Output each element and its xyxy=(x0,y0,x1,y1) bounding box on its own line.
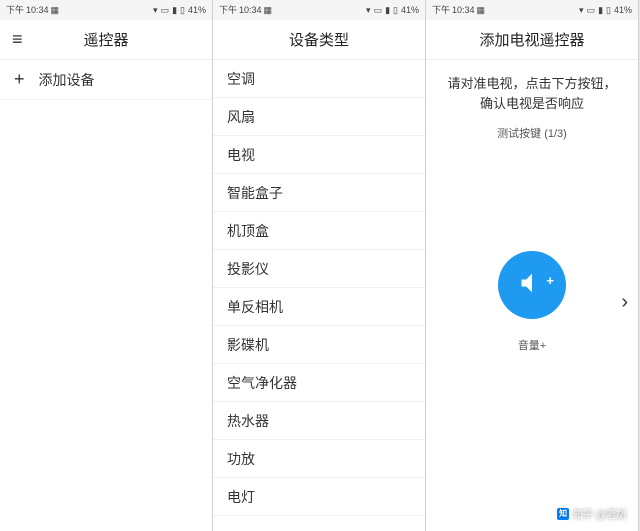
list-item-label: 电视 xyxy=(227,145,255,165)
hd-icon: ▭ xyxy=(587,6,596,15)
wifi-icon: ▾ xyxy=(153,6,158,15)
battery-text: 41% xyxy=(401,6,419,15)
list-item-label: 智能盒子 xyxy=(227,183,283,203)
app-indicator-icon: ▦ xyxy=(477,6,486,15)
list-item-label: 投影仪 xyxy=(227,259,269,279)
device-type-item[interactable]: 智能盒子 xyxy=(213,174,425,212)
speaker-icon xyxy=(518,269,546,302)
time-prefix: 下午 xyxy=(219,6,237,15)
page-title: 遥控器 xyxy=(83,29,128,50)
content-area: + 添加设备 xyxy=(0,60,212,531)
title-bar: 添加电视遥控器 xyxy=(426,20,638,60)
plus-icon: + xyxy=(14,69,25,90)
list-item-label: 空气净化器 xyxy=(227,373,297,393)
app-indicator-icon: ▦ xyxy=(51,6,60,15)
next-button[interactable]: › xyxy=(621,291,628,314)
time-prefix: 下午 xyxy=(6,6,24,15)
device-type-list: 空调 风扇 电视 智能盒子 机顶盒 投影仪 单反相机 影碟机 空气净化器 热水器… xyxy=(213,60,425,531)
list-item-label: 单反相机 xyxy=(227,297,283,317)
wifi-icon: ▾ xyxy=(366,6,371,15)
list-item-label: 电灯 xyxy=(227,487,255,507)
title-bar: ≡ 遥控器 xyxy=(0,20,212,60)
test-button-area: + › 音量+ xyxy=(426,251,638,353)
watermark: 知 知乎 @老胡 xyxy=(557,506,626,521)
time-text: 10:34 xyxy=(26,6,49,15)
signal-icon: ▮ xyxy=(598,6,603,15)
list-item-label: 热水器 xyxy=(227,411,269,431)
signal-icon: ▮ xyxy=(385,6,390,15)
hd-icon: ▭ xyxy=(374,6,383,15)
hd-icon: ▭ xyxy=(161,6,170,15)
device-type-item[interactable]: 风扇 xyxy=(213,98,425,136)
phone-screen-add-tv-remote: 下午 10:34 ▦ ▾ ▭ ▮ ▯ 41% 添加电视遥控器 请对准电视，点击下… xyxy=(426,0,639,531)
battery-text: 41% xyxy=(188,6,206,15)
page-title: 设备类型 xyxy=(289,29,349,50)
plus-icon: + xyxy=(546,273,554,288)
device-type-item[interactable]: 影碟机 xyxy=(213,326,425,364)
battery-icon: ▯ xyxy=(180,6,185,15)
time-prefix: 下午 xyxy=(432,6,450,15)
add-device-row[interactable]: + 添加设备 xyxy=(0,60,212,100)
device-type-item[interactable]: 电灯 xyxy=(213,478,425,516)
device-type-item[interactable]: 机顶盒 xyxy=(213,212,425,250)
status-bar: 下午 10:34 ▦ ▾ ▭ ▮ ▯ 41% xyxy=(213,0,425,20)
add-device-label: 添加设备 xyxy=(39,70,95,90)
device-type-item[interactable]: 投影仪 xyxy=(213,250,425,288)
time-text: 10:34 xyxy=(452,6,475,15)
list-item-label: 影碟机 xyxy=(227,335,269,355)
menu-icon[interactable]: ≡ xyxy=(12,29,23,50)
watermark-text: 知乎 @老胡 xyxy=(573,506,626,521)
device-type-item[interactable]: 功放 xyxy=(213,440,425,478)
device-type-item[interactable]: 空气净化器 xyxy=(213,364,425,402)
button-label: 音量+ xyxy=(518,337,546,353)
battery-icon: ▯ xyxy=(606,6,611,15)
phone-screen-remote-list: 下午 10:34 ▦ ▾ ▭ ▮ ▯ 41% ≡ 遥控器 + 添加设备 xyxy=(0,0,213,531)
zhihu-logo-icon: 知 xyxy=(557,508,569,520)
page-title: 添加电视遥控器 xyxy=(479,29,584,50)
instruction-text: 请对准电视，点击下方按钮，确认电视是否响应 xyxy=(426,60,638,119)
status-bar: 下午 10:34 ▦ ▾ ▭ ▮ ▯ 41% xyxy=(0,0,212,20)
device-type-item[interactable]: 单反相机 xyxy=(213,288,425,326)
device-type-item[interactable]: 热水器 xyxy=(213,402,425,440)
signal-icon: ▮ xyxy=(172,6,177,15)
device-type-item[interactable]: 电视 xyxy=(213,136,425,174)
time-text: 10:34 xyxy=(239,6,262,15)
wifi-icon: ▾ xyxy=(579,6,584,15)
device-type-item[interactable]: 空调 xyxy=(213,60,425,98)
list-item-label: 空调 xyxy=(227,69,255,89)
test-key-progress: 测试按键 (1/3) xyxy=(426,125,638,141)
list-item-label: 功放 xyxy=(227,449,255,469)
list-item-label: 风扇 xyxy=(227,107,255,127)
battery-text: 41% xyxy=(614,6,632,15)
list-item-label: 机顶盒 xyxy=(227,221,269,241)
status-bar: 下午 10:34 ▦ ▾ ▭ ▮ ▯ 41% xyxy=(426,0,638,20)
content-area: 请对准电视，点击下方按钮，确认电视是否响应 测试按键 (1/3) + › 音量+ xyxy=(426,60,638,531)
phone-screen-device-types: 下午 10:34 ▦ ▾ ▭ ▮ ▯ 41% 设备类型 空调 风扇 电视 智能盒… xyxy=(213,0,426,531)
title-bar: 设备类型 xyxy=(213,20,425,60)
app-indicator-icon: ▦ xyxy=(264,6,273,15)
volume-up-test-button[interactable]: + xyxy=(498,251,566,319)
battery-icon: ▯ xyxy=(393,6,398,15)
